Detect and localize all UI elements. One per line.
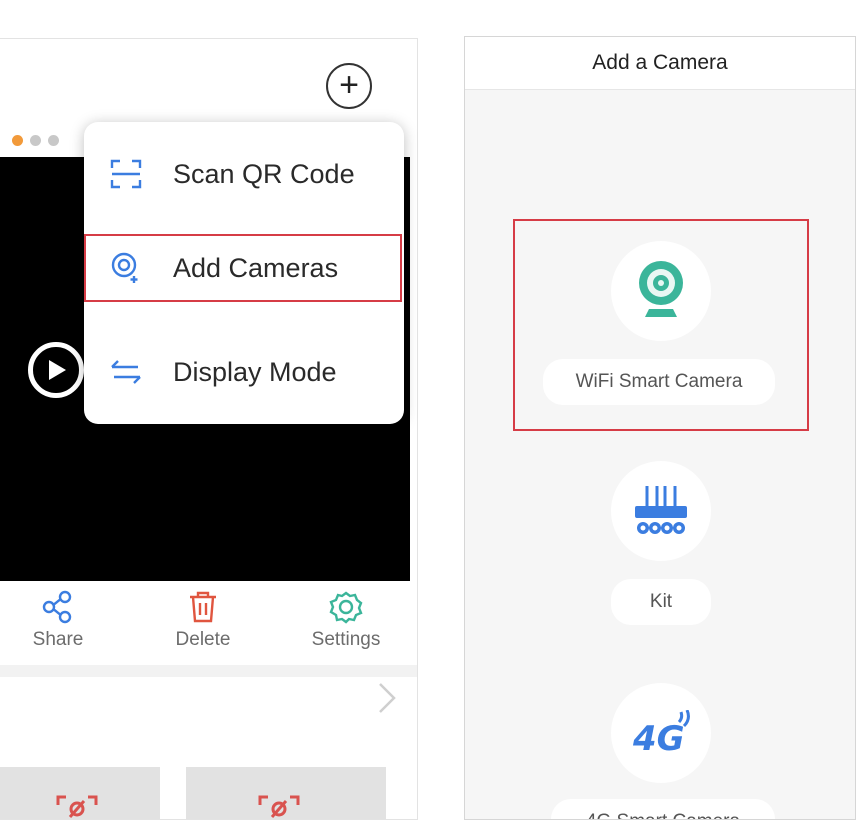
option-label[interactable]: WiFi Smart Camera (543, 359, 775, 405)
section-divider (0, 665, 417, 677)
option-label[interactable]: 4G Smart Camera (551, 799, 775, 819)
menu-item-display-mode[interactable]: Display Mode (84, 336, 404, 408)
delete-button[interactable]: Delete (153, 587, 253, 651)
wifi-camera-icon (639, 261, 683, 317)
action-bar: Share Delete Settings (0, 587, 417, 659)
carousel-dot[interactable] (30, 135, 41, 146)
carousel-dot[interactable] (12, 135, 23, 146)
menu-item-label: Display Mode (173, 356, 337, 387)
chevron-right-icon[interactable] (376, 681, 398, 720)
option-label[interactable]: Kit (611, 579, 711, 625)
add-menu-popup: Scan QR Code Add Cameras Display Mode (84, 122, 404, 424)
trash-icon (153, 587, 253, 627)
scan-qr-icon (108, 156, 144, 192)
camera-thumbnail[interactable] (0, 767, 160, 819)
kit-option[interactable] (611, 461, 711, 561)
share-label: Share (32, 629, 84, 650)
settings-button[interactable]: Settings (296, 587, 396, 651)
4g-icon: 4G (632, 710, 690, 756)
share-icon (8, 587, 108, 627)
no-signal-icon (258, 795, 300, 818)
add-camera-icon (108, 250, 144, 286)
carousel-dots (12, 135, 59, 147)
menu-item-label: Scan QR Code (173, 158, 355, 189)
play-icon[interactable] (28, 342, 84, 398)
nvr-kit-icon (635, 486, 687, 534)
header: Add a Camera (465, 37, 855, 90)
menu-item-scan-qr[interactable]: Scan QR Code (84, 138, 404, 210)
settings-label: Settings (311, 629, 381, 650)
carousel-dot[interactable] (48, 135, 59, 146)
menu-item-label: Add Cameras (173, 252, 339, 283)
gear-icon (296, 587, 396, 627)
camera-thumbnail[interactable] (186, 767, 386, 819)
no-signal-icon (56, 795, 98, 818)
add-camera-panel: Add a Camera WiFi Smart Camera Kit 4G 4G… (464, 36, 856, 820)
add-button[interactable]: + (326, 63, 372, 109)
share-button[interactable]: Share (8, 587, 108, 651)
4g-camera-option[interactable]: 4G (611, 683, 711, 783)
menu-item-add-cameras[interactable]: Add Cameras (84, 234, 402, 302)
wifi-camera-option[interactable] (611, 241, 711, 341)
page-title: Add a Camera (592, 51, 728, 74)
delete-label: Delete (175, 629, 231, 650)
display-mode-icon (108, 354, 144, 390)
svg-text:4G: 4G (632, 719, 685, 756)
